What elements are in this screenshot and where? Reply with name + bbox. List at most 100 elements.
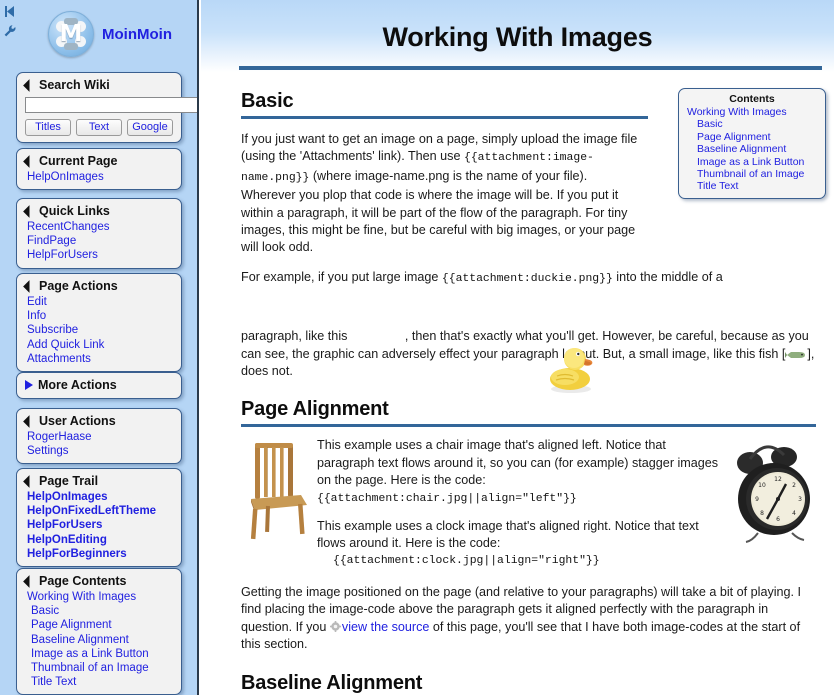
list-item: Working With Images: [679, 106, 825, 118]
sidebar-link-rogerhaase[interactable]: RogerHaase: [27, 430, 181, 444]
text: This example uses a chair image that's a…: [317, 438, 718, 486]
site-logo[interactable]: M MoinMoin: [48, 11, 172, 57]
duck-image-gap: [241, 288, 816, 328]
panel-user-actions-header[interactable]: User Actions: [17, 413, 181, 430]
panel-current-page-header[interactable]: Current Page: [17, 153, 181, 170]
panel-quick-links-header[interactable]: Quick Links: [17, 203, 181, 220]
list-item: Image as a Link Button: [31, 647, 181, 661]
list-item: Page Alignment: [31, 618, 181, 632]
sidebar-link-edit[interactable]: Edit: [27, 295, 181, 309]
sidebar-link-helpforusers[interactable]: HelpForUsers: [27, 248, 181, 262]
collapse-sidebar-icon[interactable]: [2, 4, 18, 24]
list-item: RogerHaase: [27, 430, 181, 444]
moinmoin-logo-icon: M: [48, 11, 94, 57]
list-item: Add Quick Link: [27, 338, 181, 352]
list-item: Info: [27, 309, 181, 323]
sidebar-link-settings[interactable]: Settings: [27, 444, 181, 458]
svg-text:2: 2: [792, 482, 796, 489]
page-header: Working With Images: [201, 0, 834, 72]
panel-current-page: Current Page HelpOnImages: [16, 148, 182, 190]
list-item: Basic: [689, 118, 825, 130]
toc-link-basic[interactable]: Basic: [689, 118, 825, 130]
chevron-down-icon: [23, 205, 36, 218]
contents-link-thumbnail-of-an-image[interactable]: Thumbnail of an Image: [31, 661, 181, 675]
contents-box-title: Contents: [679, 93, 825, 106]
panel-search-wiki: Search Wiki Titles Text Google: [16, 72, 182, 143]
trail-link-helpforusers[interactable]: HelpForUsers: [27, 518, 181, 532]
toc-link-image-as-a-link-button[interactable]: Image as a Link Button: [689, 156, 825, 168]
search-titles-button[interactable]: Titles: [25, 119, 71, 136]
sidebar-link-attachments[interactable]: Attachments: [27, 352, 181, 366]
panel-page-contents: Page Contents Working With Images Basic …: [16, 568, 182, 695]
panel-page-contents-header[interactable]: Page Contents: [17, 573, 181, 590]
sidebar-link-subscribe[interactable]: Subscribe: [27, 323, 181, 337]
sidebar-link-add-quick-link[interactable]: Add Quick Link: [27, 338, 181, 352]
trail-link-helponfixedlefttheme[interactable]: HelpOnFixedLeftTheme: [27, 504, 181, 518]
gear-icon: [330, 620, 341, 631]
panel-page-actions: Page Actions Edit Info Subscribe Add Qui…: [16, 273, 182, 372]
chevron-down-icon: [23, 79, 36, 92]
panel-page-trail: Page Trail HelpOnImages HelpOnFixedLeftT…: [16, 468, 182, 567]
code-attachment-clock: {{attachment:clock.jpg||align="right"}}: [333, 553, 720, 570]
sidebar-link-recentchanges[interactable]: RecentChanges: [27, 220, 181, 234]
contents-link-image-as-a-link-button[interactable]: Image as a Link Button: [31, 647, 181, 661]
list-item: HelpOnImages: [27, 490, 181, 504]
contents-link-page-alignment[interactable]: Page Alignment: [31, 618, 181, 632]
svg-text:3: 3: [798, 496, 802, 503]
search-text-button[interactable]: Text: [76, 119, 122, 136]
panel-more-actions-header[interactable]: More Actions: [17, 377, 181, 394]
chevron-down-icon: [23, 415, 36, 428]
search-google-button[interactable]: Google: [127, 119, 173, 136]
heading-basic: Basic: [241, 90, 648, 119]
wrench-icon[interactable]: [2, 24, 18, 44]
code-attachment-duckie: {{attachment:duckie.png}}: [442, 273, 613, 285]
text: paragraph, like this: [241, 329, 347, 343]
alignment-example-row: 122 34 68 910 This example uses a chair …: [241, 437, 816, 569]
code-attachment-chair: {{attachment:chair.jpg||align="left"}}: [317, 493, 577, 505]
panel-user-actions: User Actions RogerHaase Settings: [16, 408, 182, 464]
sidebar-link-helponimages[interactable]: HelpOnImages: [27, 170, 181, 184]
panel-page-trail-header[interactable]: Page Trail: [17, 473, 181, 490]
contents-link-title-text[interactable]: Title Text: [31, 675, 181, 689]
panel-page-actions-header[interactable]: Page Actions: [17, 278, 181, 295]
heading-page-alignment: Page Alignment: [241, 398, 816, 427]
contents-link-basic[interactable]: Basic: [31, 604, 181, 618]
paragraph-basic-1: If you just want to get an image on a pa…: [241, 131, 644, 257]
toc-link-page-alignment[interactable]: Page Alignment: [689, 131, 825, 143]
view-source-link[interactable]: view the source: [342, 620, 430, 634]
search-input[interactable]: [25, 97, 199, 113]
svg-text:9: 9: [755, 496, 759, 503]
trail-link-helponimages[interactable]: HelpOnImages: [27, 490, 181, 504]
list-item: Settings: [27, 444, 181, 458]
list-item: FindPage: [27, 234, 181, 248]
toc-link-working-with-images[interactable]: Working With Images: [679, 106, 825, 118]
contents-link-working-with-images[interactable]: Working With Images: [27, 590, 181, 604]
toc-link-title-text[interactable]: Title Text: [689, 180, 825, 192]
chevron-down-icon: [23, 280, 36, 293]
paragraph-clock: This example uses a clock image that's a…: [317, 518, 720, 570]
list-item: Thumbnail of an Image: [31, 661, 181, 675]
toc-link-baseline-alignment[interactable]: Baseline Alignment: [689, 143, 825, 155]
panel-search-wiki-header[interactable]: Search Wiki: [17, 77, 181, 94]
trail-link-helponediting[interactable]: HelpOnEditing: [27, 533, 181, 547]
chevron-right-icon: [25, 380, 33, 390]
alignment-example-text: This example uses a chair image that's a…: [317, 437, 720, 569]
toc-link-thumbnail-of-an-image[interactable]: Thumbnail of an Image: [689, 168, 825, 180]
panel-quick-links: Quick Links RecentChanges FindPage HelpF…: [16, 198, 182, 269]
list-item: Baseline Alignment: [31, 633, 181, 647]
list-item: HelpForUsers: [27, 248, 181, 262]
sidebar-link-findpage[interactable]: FindPage: [27, 234, 181, 248]
text: into the middle of a: [613, 270, 723, 284]
list-item: Basic: [31, 604, 181, 618]
list-item: Image as a Link Button: [689, 156, 825, 168]
list-item: Page Alignment: [689, 131, 825, 143]
trail-link-helpforbeginners[interactable]: HelpForBeginners: [27, 547, 181, 561]
app-window: M MoinMoin Search Wiki Titles Text Googl…: [0, 0, 834, 695]
contents-link-baseline-alignment[interactable]: Baseline Alignment: [31, 633, 181, 647]
sidebar-link-info[interactable]: Info: [27, 309, 181, 323]
list-item: Baseline Alignment: [689, 143, 825, 155]
list-item: Thumbnail of an Image: [689, 168, 825, 180]
list-item: Working With Images: [27, 590, 181, 604]
panel-current-page-title: Current Page: [39, 154, 118, 168]
list-item: RecentChanges: [27, 220, 181, 234]
